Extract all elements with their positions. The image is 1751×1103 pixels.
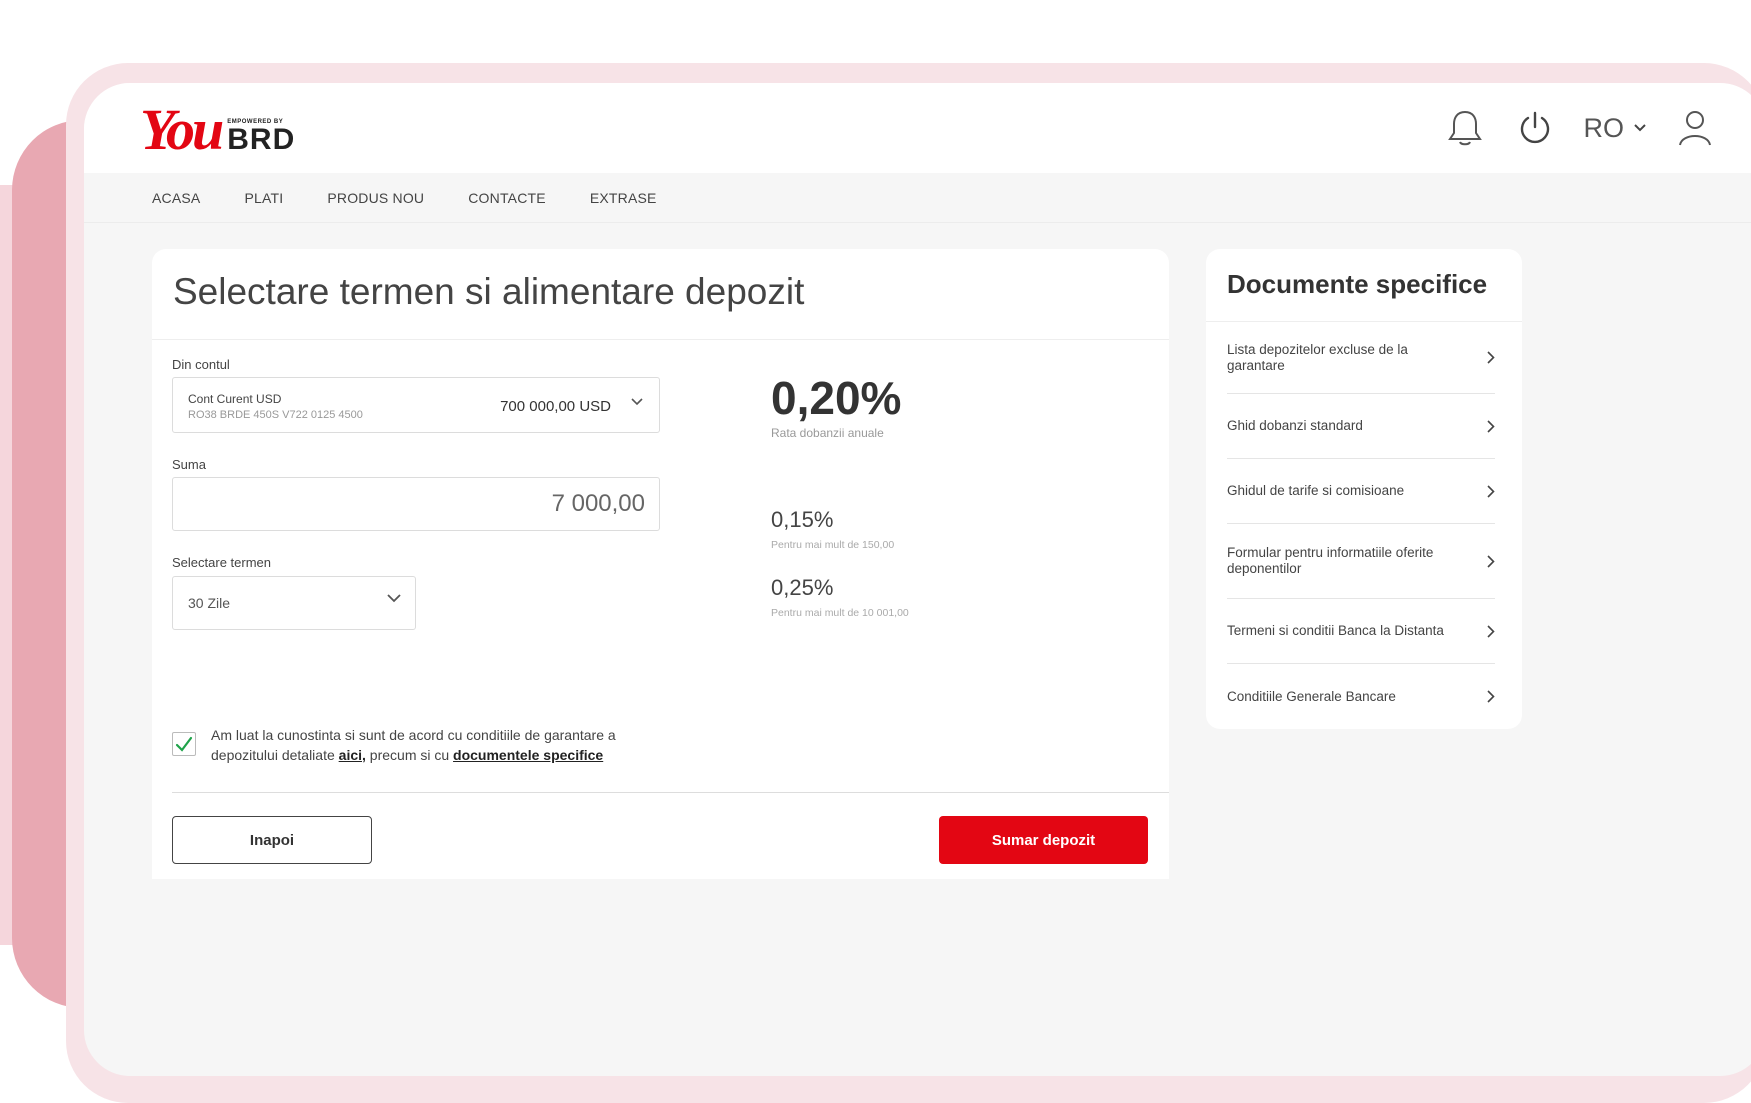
nav-item-produs-nou[interactable]: PRODUS NOU: [327, 190, 424, 206]
main-nav: ACASA PLATI PRODUS NOU CONTACTE EXTRASE: [84, 173, 1751, 223]
document-link[interactable]: Formular pentru informatiile oferite dep…: [1227, 524, 1495, 599]
term-label: Selectare termen: [172, 555, 271, 570]
deposit-form-card: Selectare termen si alimentare depozit D…: [152, 249, 1169, 879]
user-icon[interactable]: [1674, 107, 1716, 149]
from-account-label: Din contul: [172, 357, 230, 372]
account-name: Cont Curent USD: [188, 392, 282, 406]
document-label: Ghid dobanzi standard: [1227, 418, 1363, 433]
account-iban: RO38 BRDE 450S V722 0125 4500: [188, 409, 363, 421]
language-selector[interactable]: RO: [1584, 113, 1647, 144]
documents-list: Lista depozitelor excluse de la garantar…: [1227, 322, 1495, 729]
tier-rate-label: Pentru mai mult de 150,00: [771, 539, 895, 551]
header-actions: RO: [1444, 105, 1717, 151]
amount-input[interactable]: [172, 477, 660, 531]
deposit-summary-button[interactable]: Sumar depozit: [939, 816, 1148, 864]
document-label: Conditiile Generale Bancare: [1227, 688, 1396, 704]
consent-checkbox[interactable]: [172, 732, 196, 756]
back-button[interactable]: Inapoi: [172, 816, 372, 864]
amount-label: Suma: [172, 457, 206, 472]
app-window: You EMPOWERED BY BRD RO ACASA PLATI PROD…: [84, 83, 1751, 1076]
chevron-down-icon: [1634, 124, 1646, 132]
checkmark-icon: [175, 736, 193, 752]
nav-item-acasa[interactable]: ACASA: [152, 190, 200, 206]
nav-item-contacte[interactable]: CONTACTE: [468, 190, 546, 206]
device-frame: You EMPOWERED BY BRD RO ACASA PLATI PROD…: [66, 63, 1751, 1103]
document-link[interactable]: Conditiile Generale Bancare: [1227, 664, 1495, 729]
document-label: Formular pentru informatiile oferite dep…: [1227, 545, 1434, 576]
chevron-right-icon: [1481, 351, 1495, 364]
page-title: Selectare termen si alimentare depozit: [173, 271, 805, 312]
power-icon[interactable]: [1514, 107, 1556, 149]
tier-rate-value: 0,15%: [771, 507, 834, 532]
interest-rate-label: Rata dobanzii anuale: [771, 426, 884, 440]
chevron-right-icon: [1481, 690, 1495, 703]
chevron-right-icon: [1481, 624, 1495, 638]
tier-rate-value: 0,25%: [771, 575, 834, 600]
term-select[interactable]: 30 Zile: [172, 576, 416, 630]
specific-documents-link[interactable]: documentele specifice: [453, 747, 603, 763]
chevron-right-icon: [1481, 419, 1495, 433]
interest-rate-value: 0,20%: [771, 372, 902, 424]
logo-brd-text: BRD: [227, 123, 296, 156]
nav-item-plati[interactable]: PLATI: [244, 190, 283, 206]
document-link[interactable]: Termeni si conditii Banca la Distanta: [1227, 599, 1495, 664]
document-label: Ghidul de tarife si comisioane: [1227, 483, 1405, 498]
language-label: RO: [1583, 112, 1625, 143]
account-balance: 700 000,00 USD: [500, 398, 611, 415]
bell-icon[interactable]: [1444, 107, 1486, 149]
logo-you-text: You: [140, 97, 224, 162]
specific-documents-card: Documente specifice Lista depozitelor ex…: [1206, 249, 1522, 729]
document-link[interactable]: Ghid dobanzi standard: [1227, 394, 1495, 459]
tier-rate-label: Pentru mai mult de 10 001,00: [771, 607, 909, 619]
consent-text: Am luat la cunostinta si sunt de acord c…: [211, 727, 616, 763]
chevron-down-icon: [387, 594, 401, 603]
brand-logo[interactable]: You EMPOWERED BY BRD: [140, 99, 295, 159]
divider: [152, 339, 1169, 340]
nav-item-extrase[interactable]: EXTRASE: [590, 190, 657, 206]
document-label: Termeni si conditii Banca la Distanta: [1227, 623, 1444, 638]
divider: [172, 792, 1169, 793]
chevron-right-icon: [1481, 484, 1495, 498]
document-label: Lista depozitelor excluse de la garantar…: [1227, 341, 1408, 373]
document-link[interactable]: Ghidul de tarife si comisioane: [1227, 459, 1495, 524]
account-select[interactable]: Cont Curent USD RO38 BRDE 450S V722 0125…: [172, 377, 660, 433]
document-link[interactable]: Lista depozitelor excluse de la garantar…: [1227, 322, 1495, 394]
guarantee-conditions-link[interactable]: aici,: [339, 747, 366, 763]
documents-title: Documente specifice: [1227, 269, 1488, 299]
app-header: You EMPOWERED BY BRD RO: [84, 83, 1751, 173]
chevron-right-icon: [1481, 554, 1495, 568]
term-value: 30 Zile: [188, 595, 231, 611]
chevron-down-icon: [631, 398, 643, 406]
